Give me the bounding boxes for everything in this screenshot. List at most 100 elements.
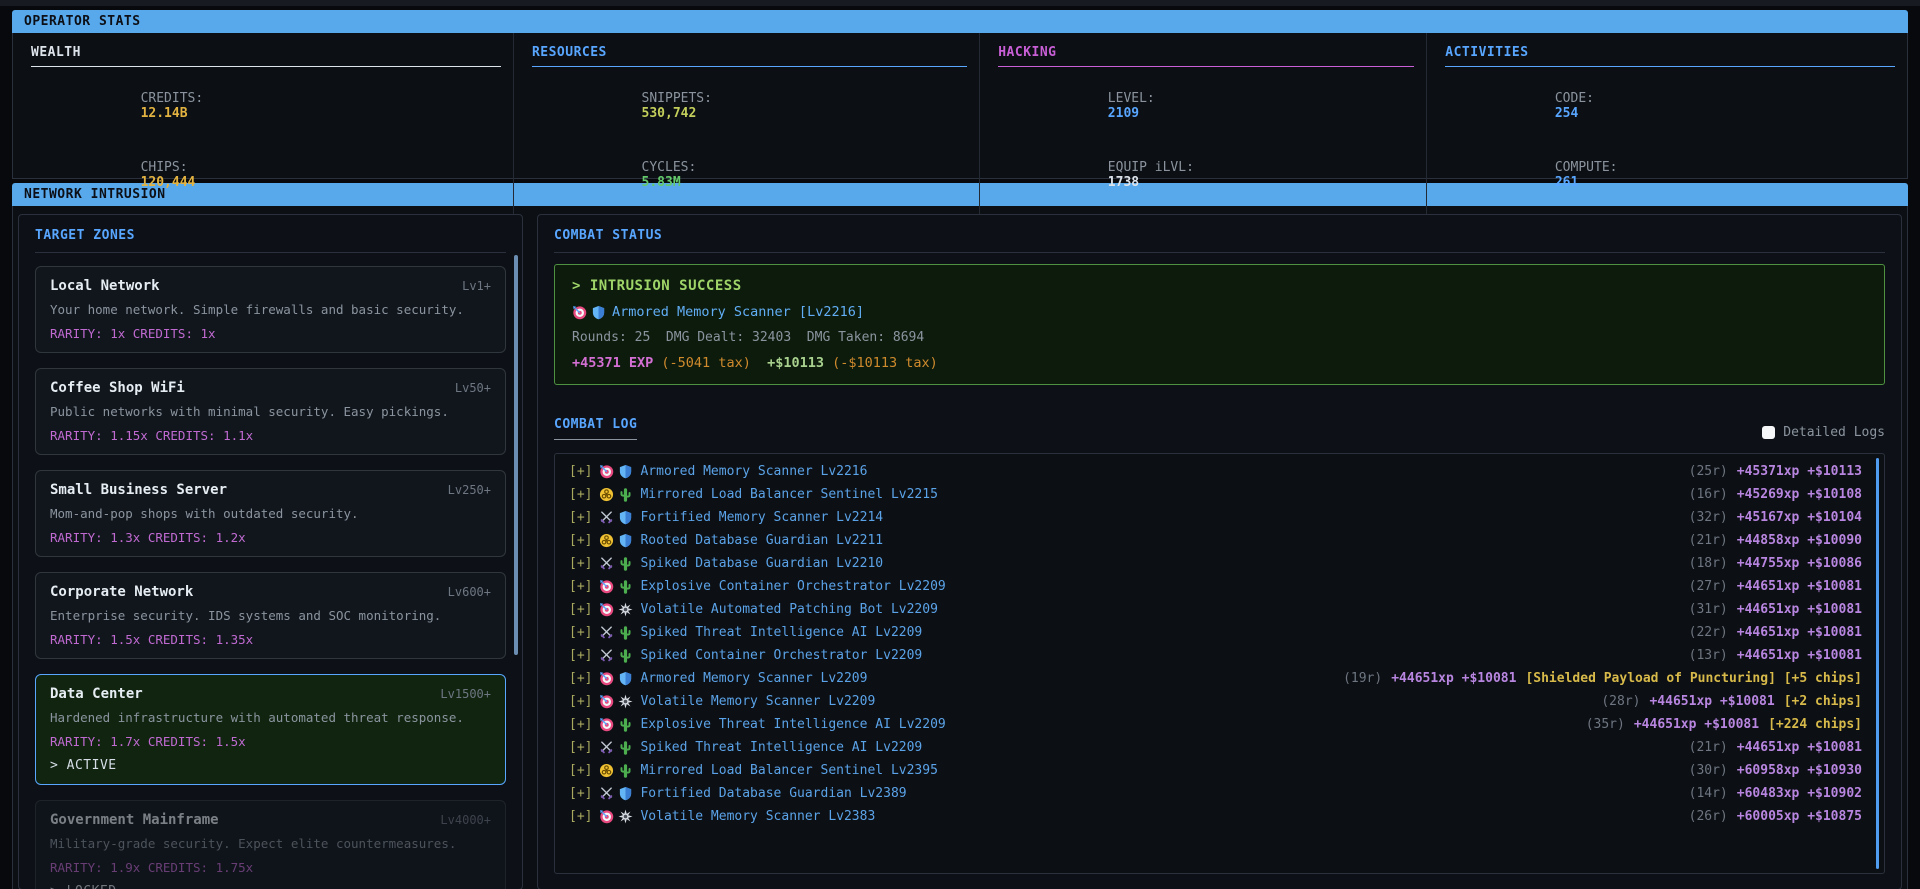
zone-rarity-credits: RARITY: 1.5x CREDITS: 1.35x xyxy=(50,632,491,647)
combat-log-entry[interactable]: [+] Spiked Database Guardian Lv2210 (18r… xyxy=(569,552,1862,575)
combat-log-entry[interactable]: [+] Armored Memory Scanner Lv2216 (25r) … xyxy=(569,460,1862,483)
expand-toggle[interactable]: [+] xyxy=(569,625,592,640)
expand-toggle[interactable]: [+] xyxy=(569,740,592,755)
expand-toggle[interactable]: [+] xyxy=(569,648,592,663)
expand-toggle[interactable]: [+] xyxy=(569,786,592,801)
expand-toggle[interactable]: [+] xyxy=(569,671,592,686)
expand-toggle[interactable]: [+] xyxy=(569,533,592,548)
stat-row: EQUIP iLVL: 1738 xyxy=(998,145,1414,205)
log-entry-right: (28r) +44651xp +$10081 [+2 chips] xyxy=(1601,694,1862,709)
enemy-type-icons xyxy=(599,694,633,709)
zone-card-head: Local Network Lv1+ xyxy=(50,278,491,294)
rounds-count: (31r) xyxy=(1689,602,1728,617)
loot-text: [+2 chips] xyxy=(1784,694,1862,709)
rounds-count: (14r) xyxy=(1689,786,1728,801)
zone-rarity-credits: RARITY: 1.3x CREDITS: 1.2x xyxy=(50,530,491,545)
zone-card[interactable]: Data Center Lv1500+ Hardened infrastruct… xyxy=(35,674,506,785)
biohazard-icon xyxy=(599,487,614,502)
expand-toggle[interactable]: [+] xyxy=(569,487,592,502)
combat-log-entry[interactable]: [+] Rooted Database Guardian Lv2211 (21r… xyxy=(569,529,1862,552)
stats-section-title: WEALTH xyxy=(31,45,501,60)
combat-log-entry[interactable]: [+] Volatile Memory Scanner Lv2383 (26r)… xyxy=(569,805,1862,828)
enemy-type-icons xyxy=(599,533,633,548)
stat-value: 254 xyxy=(1555,106,1578,121)
combat-log-entry[interactable]: [+] Spiked Threat Intelligence AI Lv2209… xyxy=(569,736,1862,759)
combat-log-entry[interactable]: [+] Explosive Container Orchestrator Lv2… xyxy=(569,575,1862,598)
expand-toggle[interactable]: [+] xyxy=(569,602,592,617)
enemy-type-icons xyxy=(599,671,633,686)
intrusion-result-box: > INTRUSION SUCCESS Armored Memory Scann… xyxy=(554,264,1885,385)
log-entry-left: [+] Mirrored Load Balancer Sentinel Lv22… xyxy=(569,487,938,502)
dart-icon xyxy=(599,602,614,617)
combat-log-scrollbar[interactable] xyxy=(1876,458,1879,869)
zone-name: Data Center xyxy=(50,686,143,702)
zone-card-head: Government Mainframe Lv4000+ xyxy=(50,812,491,828)
rounds-count: (27r) xyxy=(1689,579,1728,594)
target-zones-scrollbar[interactable] xyxy=(514,255,518,655)
zone-card[interactable]: Government Mainframe Lv4000+ Military-gr… xyxy=(35,800,506,889)
combat-log-entry[interactable]: [+] Volatile Memory Scanner Lv2209 (28r)… xyxy=(569,690,1862,713)
zone-level-badge: Lv1+ xyxy=(462,279,491,293)
combat-log-entry[interactable]: [+] Volatile Automated Patching Bot Lv22… xyxy=(569,598,1862,621)
reward-text: +44651xp +$10081 xyxy=(1737,625,1862,640)
zone-name: Small Business Server xyxy=(50,482,227,498)
stat-label: CREDITS: xyxy=(141,91,215,106)
zone-card[interactable]: Local Network Lv1+ Your home network. Si… xyxy=(35,266,506,353)
expand-toggle[interactable]: [+] xyxy=(569,556,592,571)
zone-description: Enterprise security. IDS systems and SOC… xyxy=(50,608,491,623)
combat-log-entry[interactable]: [+] Fortified Memory Scanner Lv2214 (32r… xyxy=(569,506,1862,529)
log-entry-right: (18r) +44755xp +$10086 xyxy=(1689,556,1862,571)
stats-section-underline xyxy=(998,66,1414,67)
loot-text: [+224 chips] xyxy=(1768,717,1862,732)
zone-card-head: Small Business Server Lv250+ xyxy=(50,482,491,498)
enemy-type-icons xyxy=(599,510,633,525)
log-entry-left: [+] Fortified Database Guardian Lv2389 xyxy=(569,786,907,801)
zone-card[interactable]: Coffee Shop WiFi Lv50+ Public networks w… xyxy=(35,368,506,455)
reward-text: +44651xp +$10081 xyxy=(1634,717,1759,732)
combat-log-entry[interactable]: [+] Spiked Container Orchestrator Lv2209… xyxy=(569,644,1862,667)
zone-card-head: Coffee Shop WiFi Lv50+ xyxy=(50,380,491,396)
shield-icon xyxy=(618,671,633,686)
combat-log-entry[interactable]: [+] Fortified Database Guardian Lv2389 (… xyxy=(569,782,1862,805)
log-entry-left: [+] Explosive Threat Intelligence AI Lv2… xyxy=(569,717,946,732)
stat-label: LEVEL: xyxy=(1108,91,1182,106)
dart-icon xyxy=(599,694,614,709)
exp-reward: +45371 EXP xyxy=(572,355,653,371)
dart-icon xyxy=(599,464,614,479)
shield-icon xyxy=(618,786,633,801)
zone-level-badge: Lv4000+ xyxy=(440,813,491,827)
expand-toggle[interactable]: [+] xyxy=(569,579,592,594)
zone-card[interactable]: Small Business Server Lv250+ Mom-and-pop… xyxy=(35,470,506,557)
combat-log-entry[interactable]: [+] Explosive Threat Intelligence AI Lv2… xyxy=(569,713,1862,736)
expand-toggle[interactable]: [+] xyxy=(569,510,592,525)
combat-log-entry[interactable]: [+] Spiked Threat Intelligence AI Lv2209… xyxy=(569,621,1862,644)
expand-toggle[interactable]: [+] xyxy=(569,763,592,778)
detailed-logs-toggle[interactable]: Detailed Logs xyxy=(1762,425,1885,440)
credits-tax: (-$10113 tax) xyxy=(832,355,938,371)
log-entry-left: [+] Spiked Database Guardian Lv2210 xyxy=(569,556,883,571)
reward-text: +60005xp +$10875 xyxy=(1737,809,1862,824)
shield-icon xyxy=(618,510,633,525)
zone-level-badge: Lv1500+ xyxy=(440,687,491,701)
expand-toggle[interactable]: [+] xyxy=(569,717,592,732)
expand-toggle[interactable]: [+] xyxy=(569,694,592,709)
log-entry-left: [+] Fortified Memory Scanner Lv2214 xyxy=(569,510,883,525)
expand-toggle[interactable]: [+] xyxy=(569,809,592,824)
combat-log-entry[interactable]: [+] Armored Memory Scanner Lv2209 (19r) … xyxy=(569,667,1862,690)
rounds-count: (16r) xyxy=(1689,487,1728,502)
log-entry-right: (30r) +60958xp +$10930 xyxy=(1689,763,1862,778)
combat-log-entry[interactable]: [+] Mirrored Load Balancer Sentinel Lv22… xyxy=(569,483,1862,506)
zone-description: Your home network. Simple firewalls and … xyxy=(50,302,491,317)
enemy-type-icons xyxy=(599,809,633,824)
combat-log-entry[interactable]: [+] Mirrored Load Balancer Sentinel Lv23… xyxy=(569,759,1862,782)
zone-card[interactable]: Corporate Network Lv600+ Enterprise secu… xyxy=(35,572,506,659)
expand-toggle[interactable]: [+] xyxy=(569,464,592,479)
detailed-logs-checkbox[interactable] xyxy=(1762,426,1775,439)
combat-status-divider xyxy=(554,252,1885,253)
log-entry-right: (13r) +44651xp +$10081 xyxy=(1689,648,1862,663)
rounds-count: (22r) xyxy=(1689,625,1728,640)
loot-text: [Shielded Payload of Puncturing] [+5 chi… xyxy=(1525,671,1862,686)
log-entry-left: [+] Volatile Memory Scanner Lv2209 xyxy=(569,694,875,709)
stats-section-title: HACKING xyxy=(998,45,1414,60)
reward-text: +44858xp +$10090 xyxy=(1737,533,1862,548)
